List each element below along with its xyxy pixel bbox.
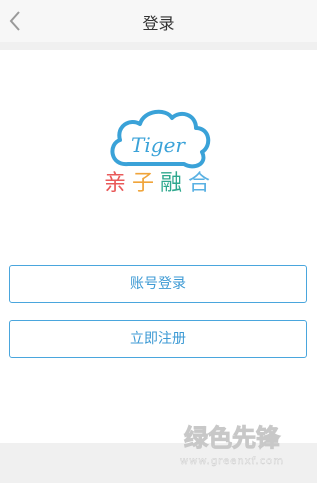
page-title: 登录 [142, 14, 175, 33]
app-logo: Tiger 亲 子 融 合 [100, 104, 220, 199]
watermark-brand: 绿色先锋 [184, 424, 281, 452]
watermark-url: www.greenxf.com [180, 456, 284, 467]
brand-char-4: 合 [188, 171, 210, 196]
brand-char-2: 子 [132, 171, 154, 196]
watermark: 绿色先锋 www.greenxf.com [167, 420, 297, 470]
brand-char-3: 融 [160, 171, 182, 196]
top-navigation-bar: 登录 [0, 0, 317, 42]
register-now-button[interactable]: 立即注册 [9, 320, 307, 358]
account-login-button[interactable]: 账号登录 [9, 265, 307, 303]
logo-tiger-text: Tiger [131, 133, 186, 157]
header-divider [0, 42, 317, 50]
brand-char-1: 亲 [104, 171, 126, 196]
